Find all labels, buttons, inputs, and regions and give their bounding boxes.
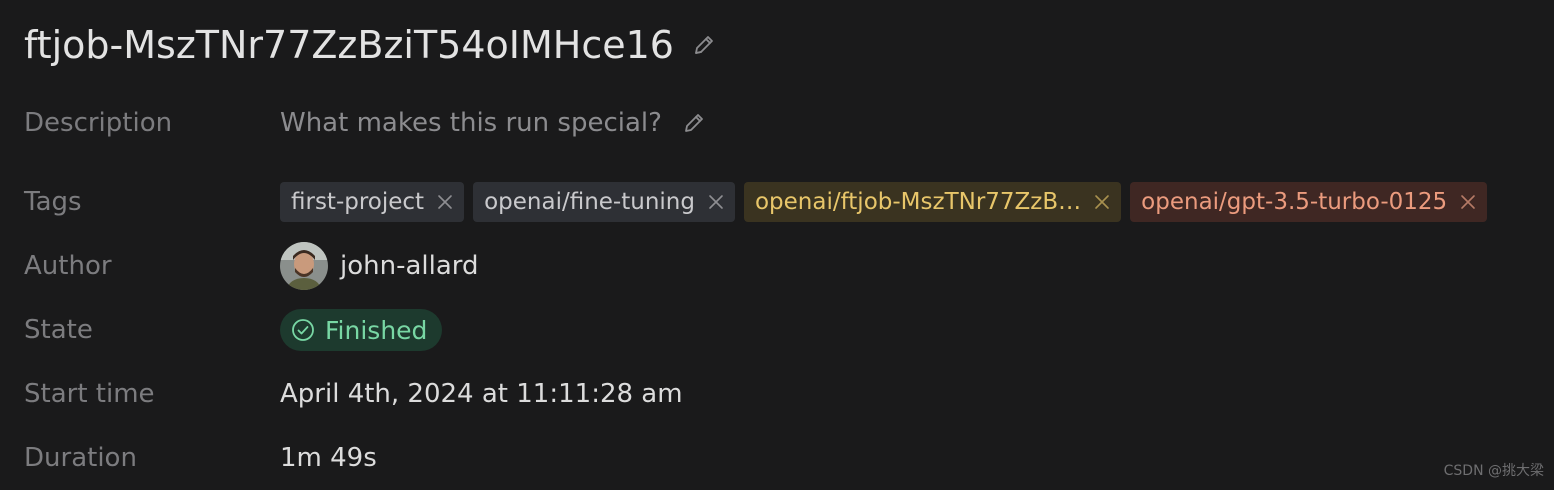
start-time-value: April 4th, 2024 at 11:11:28 am bbox=[280, 379, 683, 409]
tag-label: openai/ftjob-MszTNr77ZzB… bbox=[754, 189, 1082, 215]
status-text: Finished bbox=[325, 315, 428, 345]
pencil-icon[interactable] bbox=[682, 111, 706, 135]
description-placeholder: What makes this run special? bbox=[280, 108, 662, 138]
start-time-row: Start time April 4th, 2024 at 11:11:28 a… bbox=[24, 372, 683, 416]
status-badge: Finished bbox=[280, 309, 443, 351]
tags-row: Tags first-project openai/fine-tuning op… bbox=[24, 180, 1488, 224]
tag-chip[interactable]: openai/fine-tuning bbox=[473, 182, 735, 222]
close-icon[interactable] bbox=[1093, 193, 1111, 211]
run-overview-panel: ftjob-MszTNr77ZzBziT54oIMHce16 Descripti… bbox=[0, 0, 1554, 490]
tags-label: Tags bbox=[24, 187, 82, 217]
duration-row: Duration 1m 49s bbox=[24, 436, 377, 480]
avatar[interactable] bbox=[280, 242, 328, 290]
description-row: Description What makes this run special? bbox=[24, 101, 706, 145]
author-value[interactable]: john-allard bbox=[280, 242, 479, 290]
title-row: ftjob-MszTNr77ZzBziT54oIMHce16 bbox=[24, 18, 716, 72]
run-title: ftjob-MszTNr77ZzBziT54oIMHce16 bbox=[24, 23, 674, 67]
author-row: Author john-allard bbox=[24, 242, 479, 290]
author-label: Author bbox=[24, 251, 112, 281]
state-row: State Finished bbox=[24, 308, 443, 352]
check-circle-icon bbox=[291, 318, 315, 342]
close-icon[interactable] bbox=[1459, 193, 1477, 211]
start-time-label: Start time bbox=[24, 379, 155, 409]
tag-label: openai/gpt-3.5-turbo-0125 bbox=[1141, 189, 1448, 215]
state-label: State bbox=[24, 315, 93, 345]
tag-chip[interactable]: first-project bbox=[280, 182, 465, 222]
description-field[interactable]: What makes this run special? bbox=[280, 108, 706, 138]
tag-chip[interactable]: openai/ftjob-MszTNr77ZzB… bbox=[743, 182, 1122, 222]
author-name[interactable]: john-allard bbox=[340, 251, 479, 281]
watermark: CSDN @挑大梁 bbox=[1443, 463, 1544, 479]
close-icon[interactable] bbox=[707, 193, 725, 211]
description-label: Description bbox=[24, 108, 173, 138]
tag-label: first-project bbox=[291, 189, 425, 215]
close-icon[interactable] bbox=[436, 193, 454, 211]
tag-label: openai/fine-tuning bbox=[484, 189, 695, 215]
duration-label: Duration bbox=[24, 443, 137, 473]
duration-value: 1m 49s bbox=[280, 443, 377, 473]
tag-list: first-project openai/fine-tuning openai/… bbox=[280, 182, 1488, 222]
pencil-icon[interactable] bbox=[692, 33, 716, 57]
tag-chip[interactable]: openai/gpt-3.5-turbo-0125 bbox=[1130, 182, 1488, 222]
